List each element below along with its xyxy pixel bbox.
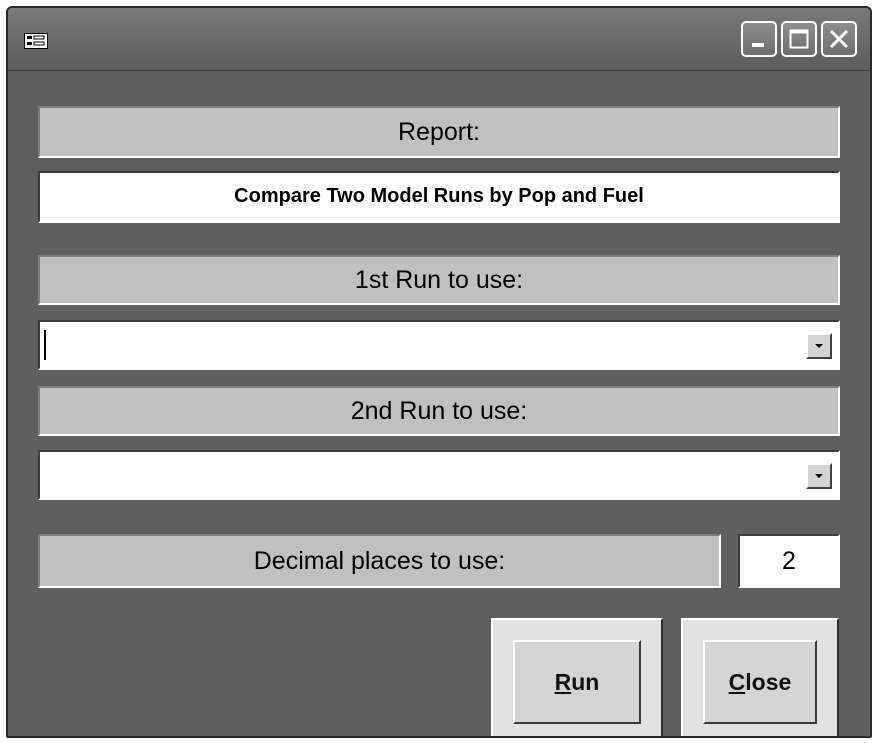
minimize-button[interactable] — [741, 21, 777, 57]
maximize-button[interactable] — [781, 21, 817, 57]
form-icon[interactable] — [24, 33, 48, 49]
first-run-dropdown-button[interactable] — [806, 333, 832, 359]
minimize-icon — [752, 43, 764, 47]
second-run-dropdown-button[interactable] — [806, 463, 832, 489]
run-button-frame: Run — [491, 618, 663, 736]
chevron-down-icon — [815, 344, 823, 348]
close-icon — [829, 29, 849, 49]
first-run-combobox[interactable] — [38, 320, 840, 370]
chevron-down-icon — [815, 474, 823, 478]
report-name-field: Compare Two Model Runs by Pop and Fuel — [38, 171, 840, 223]
run-mnemonic: R — [554, 668, 572, 695]
text-cursor — [44, 330, 46, 360]
maximize-icon — [789, 29, 809, 49]
close-label-rest: lose — [745, 668, 792, 695]
close-button[interactable]: Close — [703, 640, 817, 724]
second-run-label: 2nd Run to use: — [38, 386, 840, 436]
run-button[interactable]: Run — [513, 640, 641, 724]
dialog-window: Report: Compare Two Model Runs by Pop an… — [6, 6, 872, 738]
close-mnemonic: C — [728, 668, 746, 695]
run-label-rest: un — [571, 668, 600, 695]
title-bar[interactable] — [8, 8, 870, 71]
decimal-places-label: Decimal places to use: — [38, 534, 721, 588]
close-window-button[interactable] — [821, 21, 857, 57]
report-label: Report: — [38, 106, 840, 158]
decimal-places-input[interactable]: 2 — [738, 534, 840, 588]
close-button-frame: Close — [681, 618, 839, 736]
first-run-label: 1st Run to use: — [38, 255, 840, 305]
second-run-combobox[interactable] — [38, 450, 840, 500]
